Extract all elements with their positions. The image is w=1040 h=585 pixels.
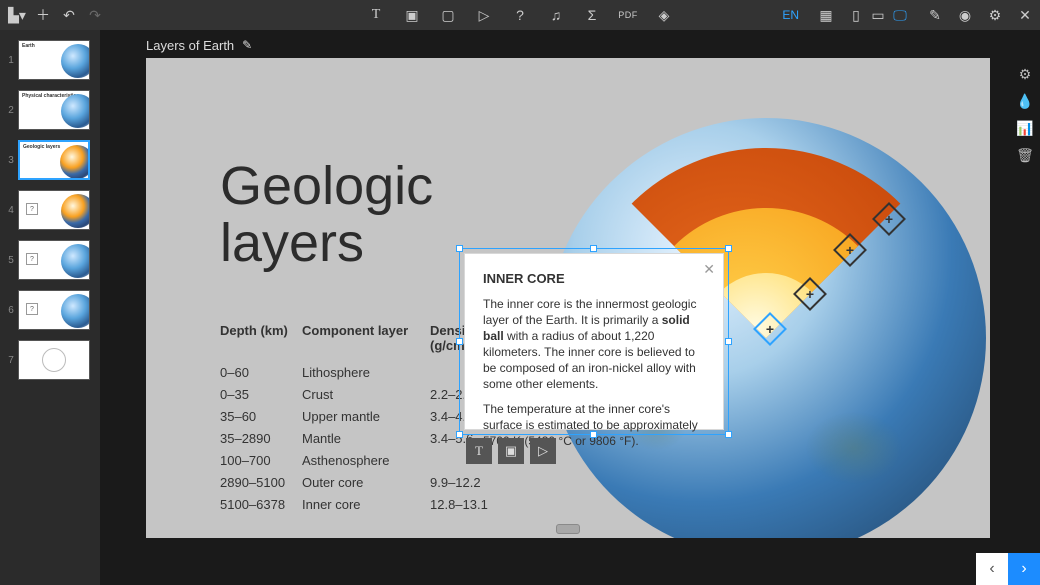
thumb-row[interactable]: 1Earth [0, 40, 100, 80]
pdf-button[interactable]: PDF [617, 4, 639, 26]
thumb-row[interactable]: 3Geologic layers [0, 140, 100, 180]
chart-icon[interactable]: 📊 [1016, 120, 1033, 137]
close-icon[interactable]: ✕ [1014, 4, 1036, 26]
slide-title[interactable]: Geologic layers [220, 158, 433, 271]
question-icon[interactable]: ? [509, 4, 531, 26]
thumbnail-sidebar: 1Earth 2Physical characteristics 3Geolog… [0, 30, 100, 585]
topbar: ▙▾ ＋ ↶ ↷ T ▣ ▢ ▷ ? ♫ Σ PDF ◈ EN ▦ ▯ ▭ 🖵 … [0, 0, 1040, 30]
topbar-left: ▙▾ ＋ ↶ ↷ [6, 4, 106, 26]
thumb-row[interactable]: 7 [0, 340, 100, 380]
redo-icon[interactable]: ↷ [84, 4, 106, 26]
table-row: 2890–5100Outer core9.9–12.2 [220, 475, 510, 490]
grid-icon[interactable]: ▦ [815, 4, 837, 26]
edit-icon[interactable]: ✎ [924, 4, 946, 26]
drop-icon[interactable]: 💧 [1016, 93, 1033, 110]
add-icon[interactable]: ＋ [32, 4, 54, 26]
thumb-row[interactable]: 4? [0, 190, 100, 230]
context-image-icon[interactable]: ▣ [498, 438, 524, 464]
image-icon[interactable]: ▣ [401, 4, 423, 26]
resize-handle[interactable] [456, 245, 463, 252]
desktop-icon[interactable]: 🖵 [889, 4, 911, 26]
formula-icon[interactable]: Σ [581, 4, 603, 26]
popup-title: INNER CORE [483, 270, 705, 288]
prev-slide-button[interactable]: ‹ [976, 553, 1008, 585]
context-text-icon[interactable]: T [466, 438, 492, 464]
slide-canvas[interactable]: Geologic layers Depth (km) Component lay… [146, 58, 990, 538]
text-icon[interactable]: T [365, 4, 387, 26]
thumb-row[interactable]: 2Physical characteristics [0, 90, 100, 130]
page-title: Layers of Earth [146, 38, 234, 53]
topbar-center: T ▣ ▢ ▷ ? ♫ Σ PDF ◈ [365, 4, 675, 26]
gear-icon[interactable]: ⚙ [1019, 66, 1032, 83]
popup-close-icon[interactable]: ✕ [703, 260, 715, 279]
context-video-icon[interactable]: ▷ [530, 438, 556, 464]
language-button[interactable]: EN [782, 8, 799, 22]
audio-icon[interactable]: ♫ [545, 4, 567, 26]
settings-icon[interactable]: ⚙ [984, 4, 1006, 26]
rename-icon[interactable]: ✎ [242, 38, 252, 52]
table-row: 5100–6378Inner core12.8–13.1 [220, 497, 510, 512]
canvas-gripper[interactable] [556, 524, 580, 534]
trash-icon[interactable]: 🗑 [1016, 147, 1034, 164]
breadcrumb: Layers of Earth ✎ [100, 30, 1040, 60]
right-tools: ⚙ 💧 📊 🗑 [1010, 60, 1040, 164]
thumb-row[interactable]: 6? [0, 290, 100, 330]
tablet-icon[interactable]: ▭ [867, 4, 889, 26]
context-toolbar: T ▣ ▷ [466, 438, 556, 464]
thumb-row[interactable]: 5? [0, 240, 100, 280]
device-group: ▯ ▭ 🖵 [845, 4, 911, 26]
shape-icon[interactable]: ◈ [653, 4, 675, 26]
info-popup[interactable]: ✕ INNER CORE The inner core is the inner… [464, 253, 724, 430]
embed-icon[interactable]: ▢ [437, 4, 459, 26]
layout-menu-icon[interactable]: ▙▾ [6, 4, 28, 26]
topbar-right: EN ▦ ▯ ▭ 🖵 ✎ ◉ ⚙ ✕ [782, 4, 1036, 26]
nav-arrows: ‹ › [976, 553, 1040, 585]
undo-icon[interactable]: ↶ [58, 4, 80, 26]
preview-icon[interactable]: ◉ [954, 4, 976, 26]
phone-icon[interactable]: ▯ [845, 4, 867, 26]
video-icon[interactable]: ▷ [473, 4, 495, 26]
next-slide-button[interactable]: › [1008, 553, 1040, 585]
popup-paragraph: The inner core is the innermost geologic… [483, 296, 705, 393]
